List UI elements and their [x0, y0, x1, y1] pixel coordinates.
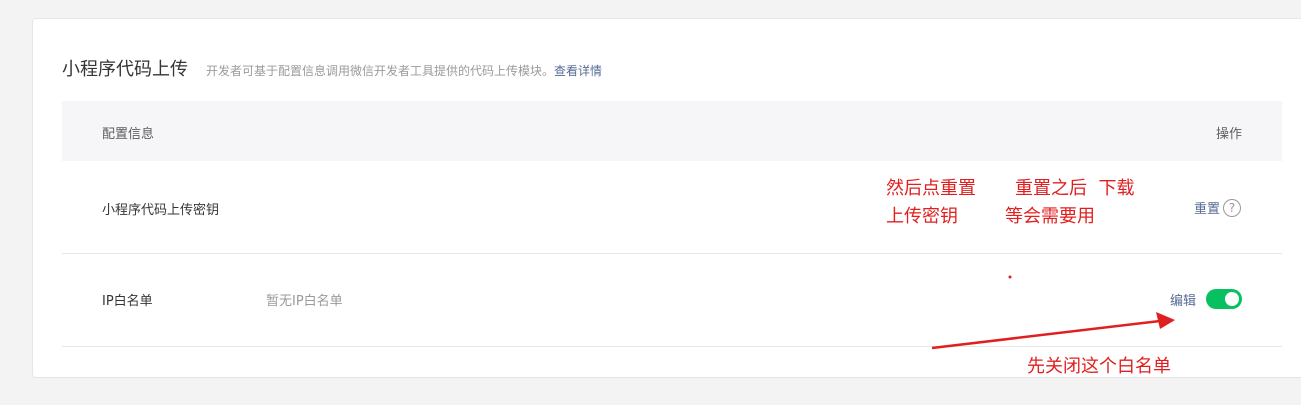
annotation-download-line2: 等会需要用	[1005, 206, 1095, 227]
section-description: 开发者可基于配置信息调用微信开发者工具提供的代码上传模块。	[206, 64, 555, 78]
ip-whitelist-actions: 编辑	[1170, 289, 1242, 309]
column-header-action: 操作	[1215, 127, 1242, 142]
annotation-download-line1: 重置之后 下载	[1015, 178, 1135, 199]
annotation-reset-line1: 然后点重置	[886, 178, 976, 199]
help-question-icon[interactable]: ?	[1223, 198, 1241, 217]
view-details-link[interactable]: 查看详情	[554, 62, 602, 79]
section-header: 小程序代码上传 开发者可基于配置信息调用微信开发者工具提供的代码上传模块。 查看…	[62, 55, 602, 81]
table-row-ip-whitelist: IP白名单 暂无IP白名单 编辑	[62, 254, 1282, 347]
edit-button[interactable]: 编辑	[1170, 290, 1196, 309]
reset-button[interactable]: 重置	[1194, 198, 1220, 217]
section-title: 小程序代码上传	[62, 59, 188, 80]
toggle-knob	[1225, 292, 1239, 306]
column-header-config: 配置信息	[102, 127, 155, 142]
annotation-reset-line2: 上传密钥	[886, 206, 958, 227]
ip-whitelist-value: 暂无IP白名单	[266, 294, 343, 309]
upload-key-actions: 重置 ?	[1194, 198, 1241, 217]
ip-whitelist-label: IP白名单	[102, 294, 153, 309]
annotation-close-whitelist: 先关闭这个白名单	[1027, 356, 1171, 377]
table-header: 配置信息 操作	[62, 101, 1282, 161]
upload-key-label: 小程序代码上传密钥	[102, 203, 220, 218]
ip-whitelist-toggle[interactable]	[1206, 289, 1242, 309]
